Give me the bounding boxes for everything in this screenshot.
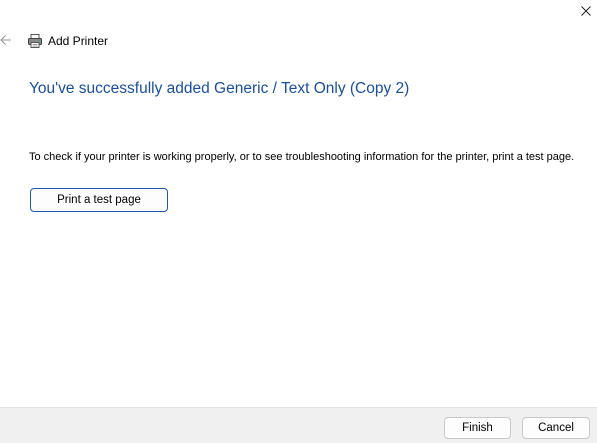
- add-printer-dialog: Add Printer You've successfully added Ge…: [0, 0, 597, 443]
- dialog-footer: Finish Cancel: [0, 407, 597, 443]
- printer-icon: [27, 33, 43, 49]
- test-page-instructions: To check if your printer is working prop…: [29, 151, 575, 163]
- dialog-title: Add Printer: [48, 34, 109, 48]
- dialog-header: Add Printer: [27, 31, 108, 51]
- back-arrow-icon: [0, 35, 11, 45]
- finish-button[interactable]: Finish: [444, 417, 511, 439]
- success-heading: You've successfully added Generic / Text…: [29, 80, 410, 97]
- print-test-page-button[interactable]: Print a test page: [30, 188, 168, 212]
- close-button[interactable]: [575, 0, 597, 22]
- cancel-button[interactable]: Cancel: [522, 417, 590, 439]
- back-button[interactable]: [0, 31, 14, 49]
- close-icon: [581, 6, 591, 16]
